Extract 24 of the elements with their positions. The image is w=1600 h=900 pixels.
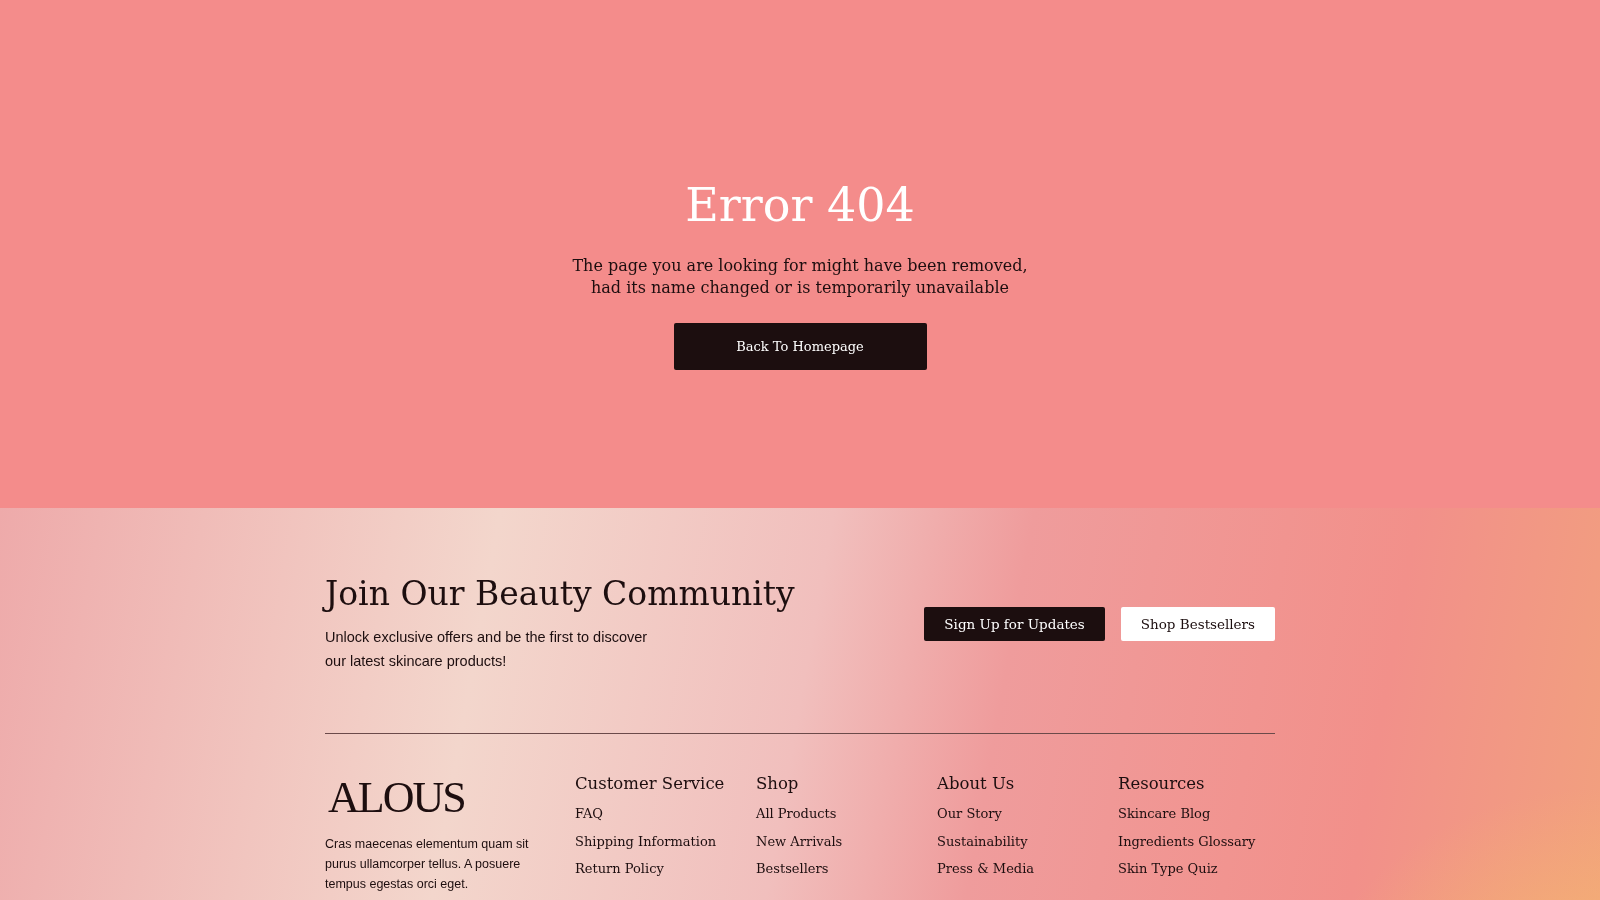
back-to-homepage-button[interactable]: Back To Homepage — [673, 323, 927, 371]
footer-link[interactable]: Return Policy — [575, 859, 756, 879]
footer-link[interactable]: Ingredients Glossary — [1118, 831, 1299, 852]
footer-column-title: About Us — [937, 774, 1016, 795]
footer-link[interactable]: New Arrivals — [756, 831, 937, 852]
footer-link[interactable]: Skincare Blog — [1118, 804, 1299, 824]
brand-logo[interactable]: ALOUS — [328, 776, 575, 821]
error-message: The page you are looking for might have been removed, had its name changed or is temporarily unavailable — [572, 255, 1028, 299]
footer-link[interactable]: Press & Media — [937, 859, 1118, 879]
footer-link[interactable]: Our Story — [937, 804, 1118, 824]
footer-column-title: Customer Service — [575, 774, 726, 795]
newsletter-text: Unlock exclusive offers and be the first to discover our latest skincare products! — [325, 627, 649, 671]
footer-link[interactable]: FAQ — [575, 804, 756, 824]
footer-column-title: Resources — [1118, 774, 1206, 795]
footer-link[interactable]: Shipping Information — [575, 831, 756, 852]
sign-up-button[interactable]: Sign Up for Updates — [924, 606, 1105, 641]
footer-link[interactable]: Bestsellers — [756, 859, 937, 879]
shop-button[interactable]: Shop Bestsellers — [1120, 606, 1275, 641]
footer-link[interactable]: All Products — [756, 804, 937, 824]
about-text: Cras maecenas elementum quam sit purus ullamcorper tellus. A posuere tempus egestas orci eget. — [325, 836, 530, 894]
footer-link[interactable]: Skin Type Quiz — [1118, 859, 1299, 879]
error-title: Error 404 — [685, 177, 915, 233]
footer-column-title: Shop — [756, 774, 800, 795]
footer-link[interactable]: Sustainability — [937, 831, 1118, 852]
